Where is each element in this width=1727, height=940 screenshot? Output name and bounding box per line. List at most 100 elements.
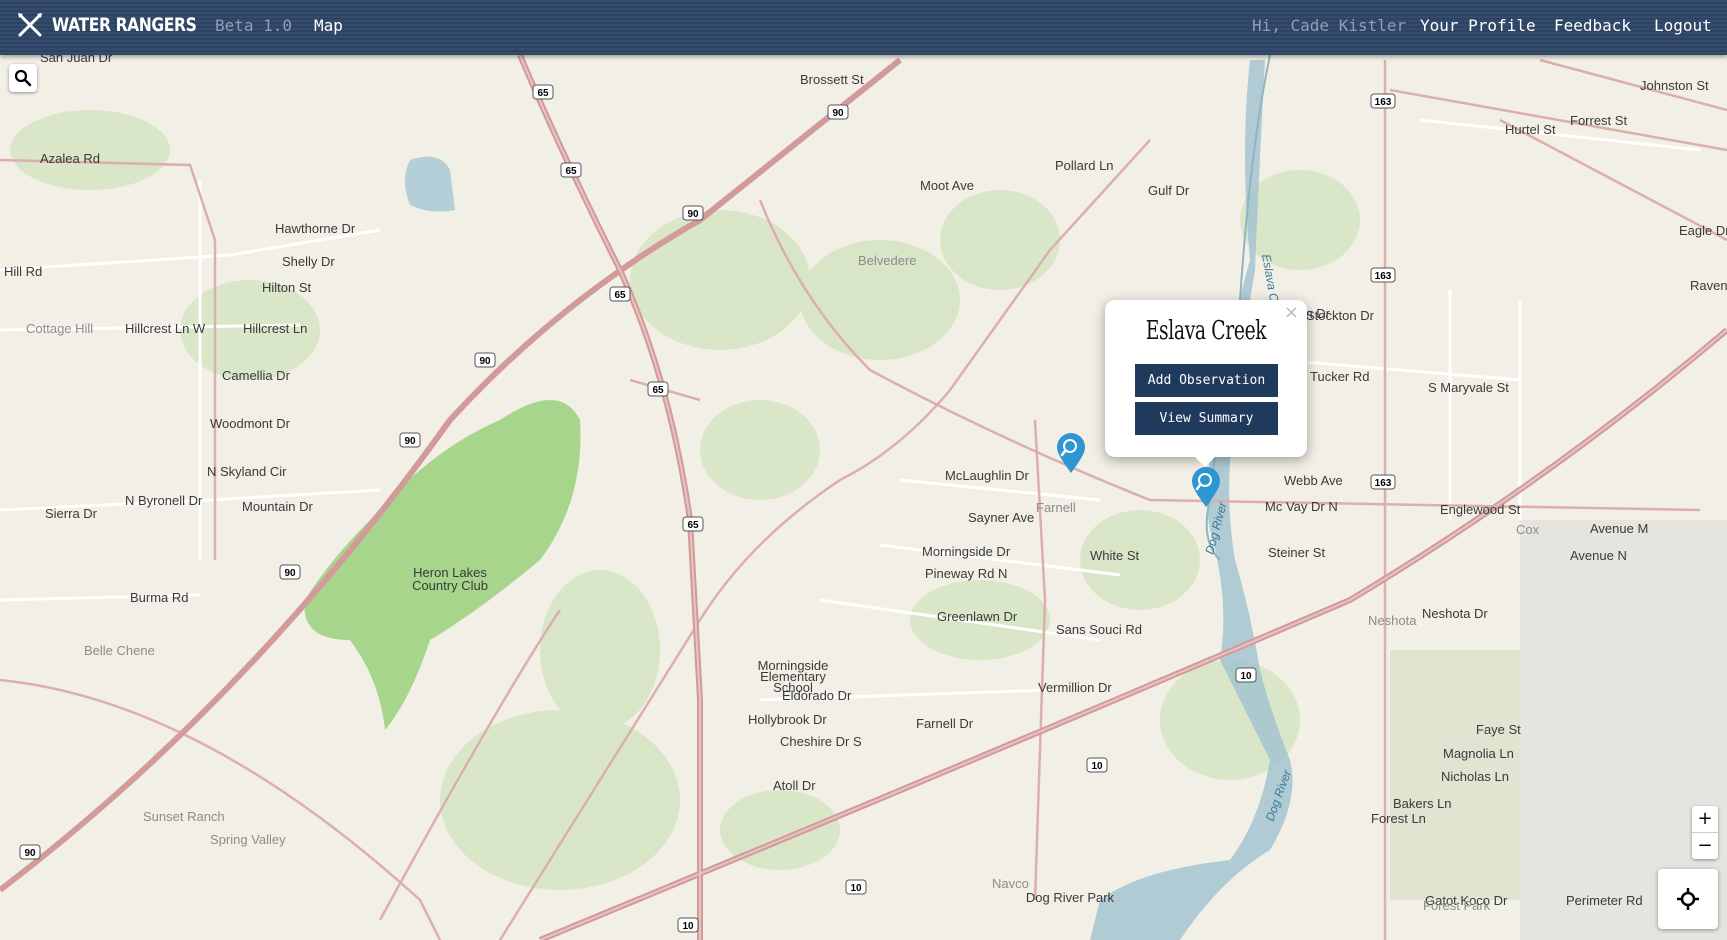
route-shield: 10 bbox=[845, 879, 867, 895]
nav-map-link[interactable]: Map bbox=[314, 16, 343, 35]
street-label: Greenlawn Dr bbox=[937, 609, 1018, 624]
top-navbar: WATER RANGERS Beta 1.0 Map Hi, Cade Kist… bbox=[0, 0, 1727, 55]
route-shield: 163 bbox=[1370, 474, 1396, 490]
nav-profile-link[interactable]: Your Profile bbox=[1420, 16, 1536, 35]
zoom-control: + − bbox=[1692, 806, 1718, 859]
view-summary-button[interactable]: View Summary bbox=[1135, 402, 1278, 435]
place-label: Navco bbox=[992, 876, 1029, 891]
observation-marker-selected[interactable] bbox=[1190, 465, 1222, 509]
street-label: Mc Vay Dr N bbox=[1265, 499, 1338, 514]
search-icon bbox=[14, 69, 32, 87]
street-label: Neshota Dr bbox=[1422, 606, 1488, 621]
route-shield: 10 bbox=[1235, 667, 1257, 683]
street-label: Hurtel St bbox=[1505, 122, 1556, 137]
street-label: Forest Ln bbox=[1371, 811, 1426, 826]
place-label: Farnell bbox=[1036, 500, 1076, 515]
site-popup: × Eslava Creek Add Observation View Summ… bbox=[1105, 300, 1307, 467]
street-label: Eagle Dr bbox=[1679, 223, 1727, 238]
street-label: Pollard Ln bbox=[1055, 158, 1114, 173]
street-label: Brossett St bbox=[800, 72, 864, 87]
svg-text:65: 65 bbox=[565, 166, 577, 177]
street-label: Faye St bbox=[1476, 722, 1521, 737]
place-label: Neshota bbox=[1368, 613, 1417, 628]
street-label: Burma Rd bbox=[130, 590, 189, 605]
street-label: Raven Dr bbox=[1690, 278, 1727, 293]
svg-text:65: 65 bbox=[687, 520, 699, 531]
street-label: S Maryvale St bbox=[1428, 380, 1509, 395]
svg-text:65: 65 bbox=[614, 290, 626, 301]
street-label: Hollybrook Dr bbox=[748, 712, 827, 727]
poi-label: Dog River Park bbox=[1026, 890, 1115, 905]
nav-logout-link[interactable]: Logout bbox=[1654, 16, 1712, 35]
svg-text:65: 65 bbox=[652, 385, 664, 396]
street-label: Farnell Dr bbox=[916, 716, 974, 731]
place-label: Belle Chene bbox=[84, 643, 155, 658]
route-shield: 90 bbox=[827, 104, 849, 120]
route-shield: 163 bbox=[1370, 93, 1396, 109]
street-label: McLaughlin Dr bbox=[945, 468, 1029, 483]
svg-text:10: 10 bbox=[850, 883, 862, 894]
user-greeting: Hi, Cade Kistler bbox=[1252, 16, 1407, 35]
street-label: Perimeter Rd bbox=[1566, 893, 1643, 908]
street-label: N Byronell Dr bbox=[125, 493, 203, 508]
street-label: Hawthorne Dr bbox=[275, 221, 356, 236]
route-shield: 65 bbox=[609, 286, 631, 302]
map-search-button[interactable] bbox=[9, 64, 37, 92]
brand-name: WATER RANGERS bbox=[52, 14, 197, 36]
street-label: Woodmont Dr bbox=[210, 416, 291, 431]
street-label: Hillcrest Ln bbox=[243, 321, 307, 336]
route-shield: 10 bbox=[1086, 757, 1108, 773]
svg-text:90: 90 bbox=[832, 108, 844, 119]
map-tiles: San Juan Dr Azalea Rd Hawthorne Dr Shell… bbox=[0, 55, 1727, 940]
street-label: Shelly Dr bbox=[282, 254, 335, 269]
brand-logo[interactable]: WATER RANGERS bbox=[16, 11, 228, 39]
street-label: Nicholas Ln bbox=[1441, 769, 1509, 784]
street-label: Cheshire Dr S bbox=[780, 734, 862, 749]
nav-feedback-link[interactable]: Feedback bbox=[1554, 16, 1631, 35]
street-label: Avenue M bbox=[1590, 521, 1648, 536]
popup-close-button[interactable]: × bbox=[1284, 302, 1299, 323]
svg-text:10: 10 bbox=[1091, 761, 1103, 772]
street-label: Webb Ave bbox=[1284, 473, 1343, 488]
poi-label: School bbox=[773, 680, 813, 695]
place-label: Cox bbox=[1516, 522, 1540, 537]
popup-site-title: Eslava Creek bbox=[1145, 316, 1267, 346]
street-label: Pineway Rd N bbox=[925, 566, 1007, 581]
locate-me-button[interactable] bbox=[1658, 869, 1718, 929]
map-canvas[interactable]: San Juan Dr Azalea Rd Hawthorne Dr Shell… bbox=[0, 55, 1727, 940]
route-shield: 65 bbox=[647, 381, 669, 397]
route-shield: 90 bbox=[399, 432, 421, 448]
route-shield: 90 bbox=[279, 564, 301, 580]
street-label: Gulf Dr bbox=[1148, 183, 1190, 198]
street-label: N Skyland Cir bbox=[207, 464, 287, 479]
street-label: Forrest St bbox=[1570, 113, 1627, 128]
street-label: Moot Ave bbox=[920, 178, 974, 193]
zoom-in-button[interactable]: + bbox=[1692, 806, 1718, 833]
place-label: Sunset Ranch bbox=[143, 809, 225, 824]
observation-marker[interactable] bbox=[1055, 431, 1087, 475]
place-label: Spring Valley bbox=[210, 832, 286, 847]
route-shield: 90 bbox=[682, 205, 704, 221]
svg-text:65: 65 bbox=[537, 88, 549, 99]
street-label: Hill Rd bbox=[4, 264, 42, 279]
add-observation-button[interactable]: Add Observation bbox=[1135, 364, 1278, 397]
street-label: Hillcrest Ln W bbox=[125, 321, 206, 336]
route-shield: 65 bbox=[532, 84, 554, 100]
street-label: Sierra Dr bbox=[45, 506, 98, 521]
route-shield: 90 bbox=[474, 352, 496, 368]
svg-text:163: 163 bbox=[1375, 271, 1392, 282]
street-label: Sayner Ave bbox=[968, 510, 1034, 525]
beta-label: Beta 1.0 bbox=[215, 16, 293, 35]
street-label: Azalea Rd bbox=[40, 151, 100, 166]
crosshair-icon bbox=[1677, 888, 1699, 910]
svg-text:90: 90 bbox=[687, 209, 699, 220]
street-label: Bakers Ln bbox=[1393, 796, 1452, 811]
svg-text:10: 10 bbox=[682, 921, 694, 932]
poi-label: Country Club bbox=[412, 578, 488, 593]
place-label: Belvedere bbox=[858, 253, 917, 268]
svg-text:90: 90 bbox=[404, 436, 416, 447]
svg-text:90: 90 bbox=[24, 848, 36, 859]
route-shield: 65 bbox=[682, 516, 704, 532]
route-shield: 90 bbox=[19, 844, 41, 860]
zoom-out-button[interactable]: − bbox=[1692, 833, 1718, 859]
